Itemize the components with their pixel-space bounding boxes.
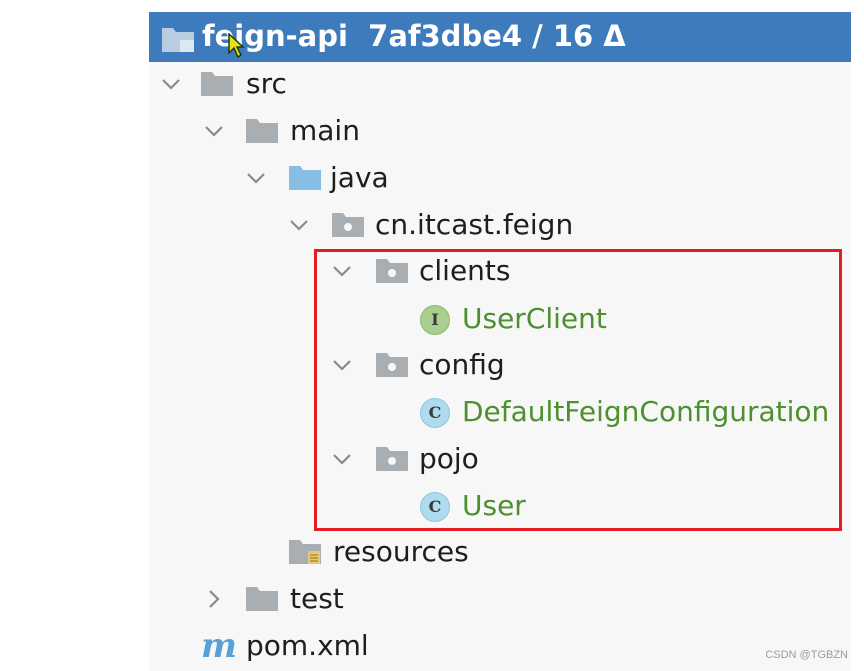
tree-label-test: test — [290, 582, 344, 615]
module-folder-icon — [162, 28, 194, 52]
tree-node-package[interactable]: cn.itcast.feign — [149, 203, 851, 247]
chevron-down-icon[interactable] — [289, 203, 309, 247]
tree-label-resources: resources — [333, 535, 469, 568]
mouse-cursor-icon — [228, 33, 245, 59]
folder-icon — [246, 587, 278, 611]
chevron-right-icon[interactable] — [204, 577, 224, 621]
project-title: feign-api 7af3dbe4 / 16 Δ — [202, 18, 626, 54]
chevron-down-icon[interactable] — [161, 62, 181, 106]
tree-node-src[interactable]: src — [149, 62, 851, 106]
tree-label-src: src — [246, 67, 287, 100]
tree-label-main: main — [290, 114, 360, 147]
tree-node-test[interactable]: test — [149, 577, 851, 621]
tree-label-java: java — [330, 161, 389, 194]
folder-icon — [246, 119, 278, 143]
tree-node-resources[interactable]: resources — [149, 530, 851, 574]
tree-node-java[interactable]: java — [149, 156, 851, 200]
project-name: feign-api — [202, 19, 348, 53]
tree-label-pom: pom.xml — [246, 629, 369, 662]
chevron-down-icon[interactable] — [204, 109, 224, 153]
maven-icon: m — [201, 626, 237, 666]
vcs-info: 7af3dbe4 / 16 Δ — [368, 19, 626, 53]
tree-node-main[interactable]: main — [149, 109, 851, 153]
source-folder-icon — [289, 166, 321, 190]
package-icon — [332, 213, 364, 237]
highlight-box — [314, 249, 842, 531]
tree-node-pom[interactable]: m pom.xml — [149, 624, 851, 668]
project-root-row[interactable]: feign-api 7af3dbe4 / 16 Δ — [149, 12, 851, 62]
resources-folder-icon — [289, 540, 321, 564]
chevron-down-icon[interactable] — [246, 156, 266, 200]
folder-icon — [201, 72, 233, 96]
project-tree-panel: feign-api 7af3dbe4 / 16 Δ src main java … — [149, 12, 851, 671]
watermark: CSDN @TGBZN — [765, 649, 848, 661]
tree-label-package: cn.itcast.feign — [375, 208, 574, 241]
